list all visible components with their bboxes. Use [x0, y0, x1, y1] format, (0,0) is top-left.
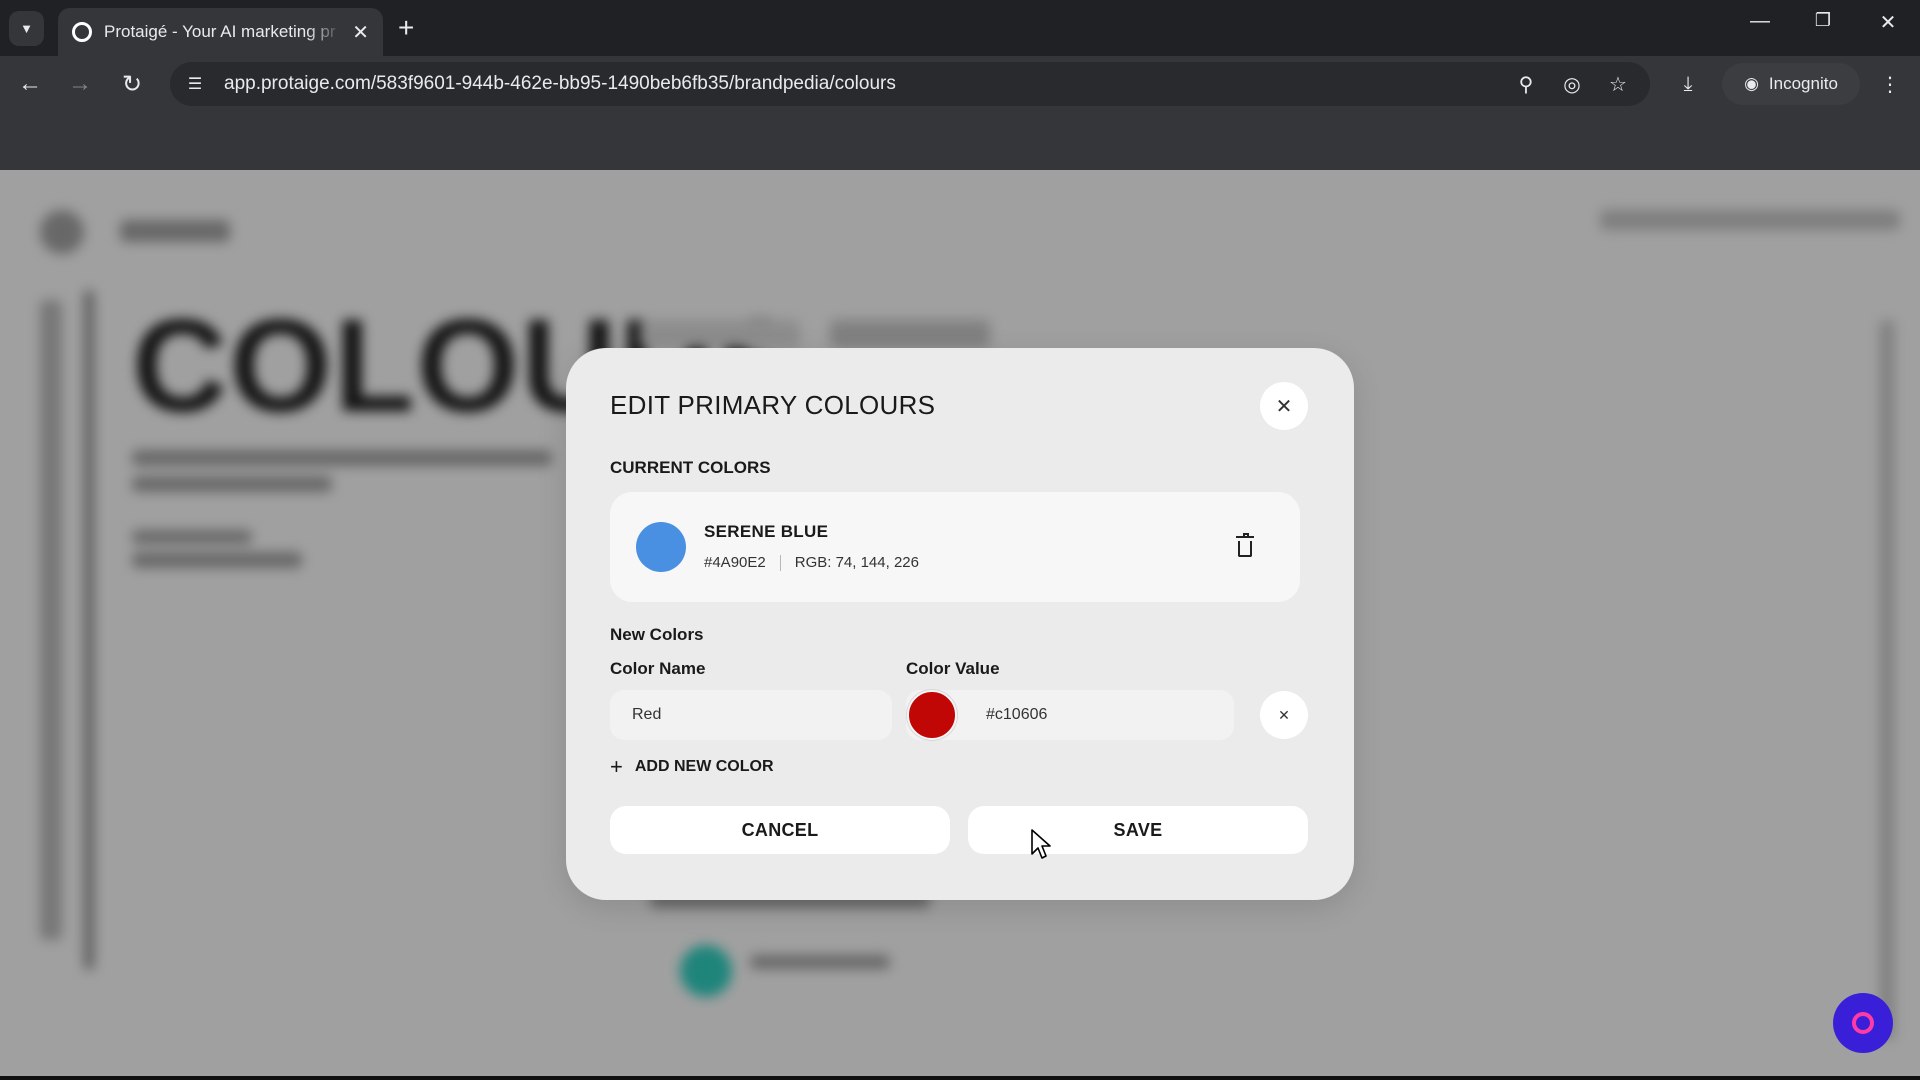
incognito-icon: ◉ — [1744, 74, 1759, 93]
trash-lid — [1236, 536, 1254, 538]
tab-title: Protaigé - Your AI marketing pr — [104, 22, 336, 41]
current-colors-label: CURRENT COLORS — [610, 458, 771, 477]
color-value-label: Color Value — [906, 659, 1000, 678]
protaige-logo-icon — [72, 22, 92, 42]
add-new-color-label: ADD NEW COLOR — [634, 758, 774, 775]
save-button[interactable]: SAVE — [968, 806, 1308, 854]
browser-tab-active[interactable]: Protaigé - Your AI marketing pr ✕ — [58, 8, 383, 56]
dialog-title: EDIT PRIMARY COLOURS — [610, 390, 936, 420]
back-button[interactable]: ← — [12, 66, 48, 102]
eye-slash-icon[interactable]: ◎ — [1556, 68, 1588, 100]
trash-icon — [1236, 533, 1254, 557]
tab-close-icon[interactable]: ✕ — [352, 20, 369, 45]
color-name-label: Color Name — [610, 659, 706, 678]
current-color-name: SERENE BLUE — [704, 522, 829, 541]
current-color-meta: #4A90E2 RGB: 74, 144, 226 — [704, 554, 919, 571]
url-text: app.protaige.com/583f9601-944b-462e-bb95… — [224, 73, 896, 94]
delete-color-button[interactable] — [1230, 532, 1260, 562]
site-info-icon[interactable]: ☰ — [182, 74, 208, 94]
tab-search-button[interactable]: ▼ — [9, 11, 44, 46]
new-colors-label: New Colors — [610, 625, 704, 644]
add-new-color-button[interactable]: + ADD NEW COLOR — [610, 754, 774, 779]
current-color-hex: #4A90E2 — [704, 554, 766, 571]
minimize-button[interactable]: — — [1740, 10, 1780, 33]
dialog-close-button[interactable]: ✕ — [1260, 382, 1308, 430]
magnifier-icon[interactable]: ⚲ — [1510, 68, 1542, 100]
plus-icon: + — [610, 754, 623, 779]
incognito-label: Incognito — [1768, 74, 1838, 93]
edit-primary-colours-dialog: EDIT PRIMARY COLOURS ✕ CURRENT COLORS SE… — [566, 348, 1354, 900]
browser-tabbar: ▼ Protaigé - Your AI marketing pr ✕ + — … — [0, 0, 1920, 56]
arrow-right-icon: → — [68, 70, 92, 97]
chevron-down-icon: ▼ — [20, 21, 33, 36]
close-icon: ✕ — [1278, 706, 1290, 723]
current-color-rgb: RGB: 74, 144, 226 — [794, 554, 919, 571]
forward-button[interactable]: → — [62, 66, 98, 102]
trash-handle — [1243, 533, 1249, 536]
cancel-button[interactable]: CANCEL — [610, 806, 950, 854]
current-color-card: SERENE BLUE #4A90E2 RGB: 74, 144, 226 — [610, 492, 1300, 602]
close-icon: ✕ — [1275, 395, 1293, 418]
new-tab-button[interactable]: + — [398, 12, 414, 44]
download-icon[interactable]: ⤓ — [1672, 68, 1704, 100]
star-icon[interactable]: ☆ — [1602, 68, 1634, 100]
reload-button[interactable]: ↻ — [114, 66, 150, 102]
window-close-button[interactable]: ✕ — [1868, 10, 1908, 35]
browser-toolbar: ← → ↻ ☰ app.protaige.com/583f9601-944b-4… — [0, 56, 1920, 112]
color-name-input[interactable] — [610, 690, 892, 740]
remove-new-color-button[interactable]: ✕ — [1260, 691, 1308, 739]
chat-launcher-icon — [1852, 1012, 1874, 1034]
meta-divider — [779, 554, 781, 571]
chat-launcher-button[interactable] — [1833, 993, 1893, 1053]
color-picker-swatch[interactable] — [907, 690, 957, 740]
arrow-left-icon: ← — [18, 70, 42, 97]
restore-button[interactable]: ❐ — [1803, 10, 1843, 31]
reload-icon: ↻ — [121, 70, 143, 98]
bottom-edge — [0, 1076, 1920, 1080]
color-swatch — [636, 522, 686, 572]
bookmarks-bar — [0, 112, 1920, 170]
address-bar[interactable]: ☰ app.protaige.com/583f9601-944b-462e-bb… — [170, 62, 1650, 106]
incognito-indicator[interactable]: ◉ Incognito — [1722, 63, 1860, 105]
kebab-menu-icon[interactable]: ⋮ — [1874, 68, 1906, 100]
